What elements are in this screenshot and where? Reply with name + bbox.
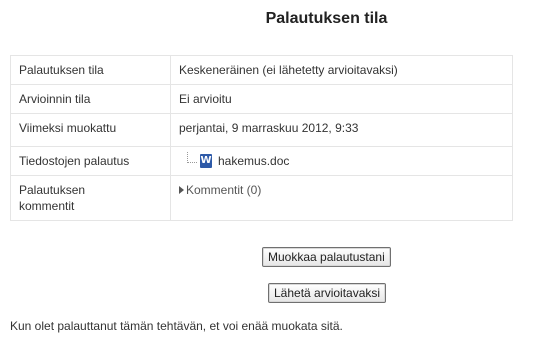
- comments-toggle[interactable]: Kommentit (0): [179, 182, 504, 198]
- table-row: Viimeksi muokattu perjantai, 9 marraskuu…: [10, 113, 513, 147]
- row-label: Tiedostojen palautus: [10, 146, 171, 176]
- row-label: Arvioinnin tila: [10, 84, 171, 114]
- caret-right-icon: [179, 186, 184, 194]
- table-row: Arvioinnin tila Ei arvioitu: [10, 84, 513, 114]
- submission-status-table: Palautuksen tila Keskeneräinen (ei lähet…: [10, 55, 513, 221]
- row-label: Viimeksi muokattu: [10, 113, 171, 147]
- submission-notice: Kun olet palauttanut tämän tehtävän, et …: [10, 319, 343, 333]
- submit-for-grading-button[interactable]: Lähetä arvioitavaksi: [268, 283, 387, 303]
- last-modified-value: perjantai, 9 marraskuu 2012, 9:33: [170, 113, 513, 147]
- comments-toggle-label: Kommentit (0): [186, 183, 262, 197]
- page-title: Palautuksen tila: [265, 10, 388, 27]
- row-label: Palautuksen kommentit: [10, 175, 171, 221]
- tree-connector-icon: [187, 151, 197, 163]
- table-row: Palautuksen kommentit Kommentit (0): [10, 175, 513, 221]
- file-submissions-cell: W hakemus.doc: [170, 146, 513, 176]
- submission-status-value: Keskeneräinen (ei lähetetty arvioitavaks…: [170, 55, 513, 85]
- table-row: Palautuksen tila Keskeneräinen (ei lähet…: [10, 55, 513, 85]
- grading-status-value: Ei arvioitu: [170, 84, 513, 114]
- word-document-icon: W: [200, 154, 212, 168]
- row-label: Palautuksen tila: [10, 55, 171, 85]
- row-label-line: kommentit: [19, 199, 75, 213]
- table-row: Tiedostojen palautus W hakemus.doc: [10, 146, 513, 176]
- edit-submission-button[interactable]: Muokkaa palautustani: [262, 247, 391, 267]
- file-tree: W hakemus.doc: [179, 151, 504, 169]
- file-link[interactable]: hakemus.doc: [218, 153, 289, 169]
- submission-comments-cell: Kommentit (0): [170, 175, 513, 221]
- row-label-line: Palautuksen: [19, 183, 86, 197]
